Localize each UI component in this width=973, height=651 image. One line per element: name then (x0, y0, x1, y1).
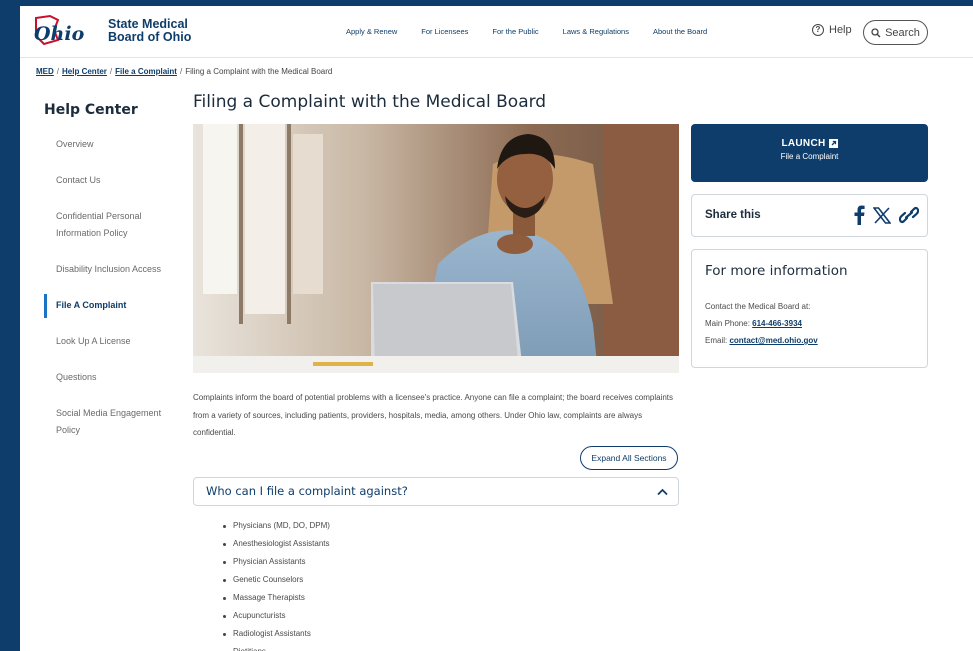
chevron-up-icon (657, 488, 668, 496)
email-link[interactable]: contact@med.ohio.gov (729, 336, 817, 345)
sidebar-item-disability-access[interactable]: Disability Inclusion Access (44, 261, 170, 278)
logo-text: State Medical Board of Ohio (108, 18, 191, 44)
email-line: Email: contact@med.ohio.gov (705, 332, 818, 349)
list-item: Anesthesiologist Assistants (223, 535, 330, 553)
more-info-title: For more information (705, 263, 848, 279)
contact-line: Contact the Medical Board at: (705, 302, 811, 311)
share-label: Share this (705, 209, 761, 221)
hero-image (193, 124, 679, 373)
question-circle-icon: ? (812, 24, 824, 36)
list-item: Acupuncturists (223, 607, 330, 625)
breadcrumb-file-a-complaint[interactable]: File a Complaint (115, 67, 177, 76)
sidebar-item-file-a-complaint[interactable]: File A Complaint (44, 294, 170, 318)
external-link-icon (828, 139, 838, 148)
intro-paragraph: Complaints inform the board of potential… (193, 393, 673, 437)
x-twitter-icon[interactable] (873, 206, 891, 224)
sidebar-nav: Overview Contact Us Confidential Persona… (44, 136, 170, 439)
search-button[interactable]: Search (863, 20, 928, 45)
launch-heading: LAUNCH (691, 138, 928, 149)
nav-for-the-public[interactable]: For the Public (492, 27, 538, 36)
search-icon (871, 27, 881, 37)
facebook-icon[interactable] (853, 205, 865, 225)
more-info-panel: For more information Contact the Medical… (691, 249, 928, 368)
page-title: Filing a Complaint with the Medical Boar… (193, 92, 547, 112)
launch-sub-label: File a Complaint (780, 152, 839, 161)
sidebar-item-contact-us[interactable]: Contact Us (44, 172, 170, 189)
site-header: Ohio State Medical Board of Ohio Apply &… (20, 6, 973, 58)
logo-line-2: Board of Ohio (108, 30, 192, 44)
breadcrumb-current: Filing a Complaint with the Medical Boar… (185, 67, 333, 76)
sidebar-item-social-media-policy[interactable]: Social Media Engagement Policy (44, 405, 170, 439)
list-item: Radiologist Assistants (223, 625, 330, 643)
email-prefix: Email: (705, 336, 730, 345)
main-nav: Apply & Renew For Licensees For the Publ… (346, 27, 731, 36)
expand-all-button[interactable]: Expand All Sections (580, 446, 678, 470)
sidebar-title: Help Center (44, 102, 138, 118)
site-logo[interactable]: Ohio State Medical Board of Ohio (32, 14, 191, 48)
help-label: Help (829, 24, 852, 36)
list-item: Physicians (MD, DO, DPM) (223, 517, 330, 535)
search-label: Search (885, 26, 920, 39)
share-panel: Share this (691, 194, 928, 237)
accordion-who-can-i-file-against[interactable]: Who can I file a complaint against? (193, 477, 679, 506)
list-item: Genetic Counselors (223, 571, 330, 589)
phone-prefix: Main Phone: (705, 319, 753, 328)
licensee-type-list: Physicians (MD, DO, DPM) Anesthesiologis… (223, 517, 330, 651)
launch-file-complaint-button[interactable]: LAUNCH File a Complaint (691, 124, 928, 182)
list-item: Physician Assistants (223, 553, 330, 571)
accordion-title: Who can I file a complaint against? (206, 484, 408, 498)
phone-line: Main Phone: 614-466-3934 (705, 315, 818, 332)
breadcrumb-help-center[interactable]: Help Center (62, 67, 107, 76)
nav-apply-renew[interactable]: Apply & Renew (346, 27, 397, 36)
logo-script: Ohio (34, 23, 85, 45)
sidebar-item-look-up-license[interactable]: Look Up A License (44, 333, 170, 350)
page: Ohio State Medical Board of Ohio Apply &… (20, 6, 973, 651)
share-icons (845, 205, 919, 225)
nav-about-the-board[interactable]: About the Board (653, 27, 707, 36)
launch-label: LAUNCH (781, 138, 826, 149)
copy-link-icon[interactable] (899, 206, 919, 224)
sidebar-item-confidential-policy[interactable]: Confidential Personal Information Policy (44, 208, 170, 242)
help-button[interactable]: ? Help (812, 24, 852, 36)
ohio-seal-icon: Ohio (34, 14, 85, 46)
sidebar-item-overview[interactable]: Overview (44, 136, 170, 153)
breadcrumb: MED / Help Center / File a Complaint / Filing … (36, 67, 333, 76)
nav-laws-regulations[interactable]: Laws & Regulations (563, 27, 629, 36)
phone-link[interactable]: 614-466-3934 (752, 319, 802, 328)
breadcrumb-med[interactable]: MED (36, 67, 54, 76)
hero-photo-illustration (193, 124, 679, 373)
more-info-body: Contact the Medical Board at: Main Phone… (705, 298, 818, 349)
list-item: Massage Therapists (223, 589, 330, 607)
sidebar-item-questions[interactable]: Questions (44, 369, 170, 386)
nav-for-licensees[interactable]: For Licensees (421, 27, 468, 36)
list-item: Dietitians (223, 643, 330, 651)
